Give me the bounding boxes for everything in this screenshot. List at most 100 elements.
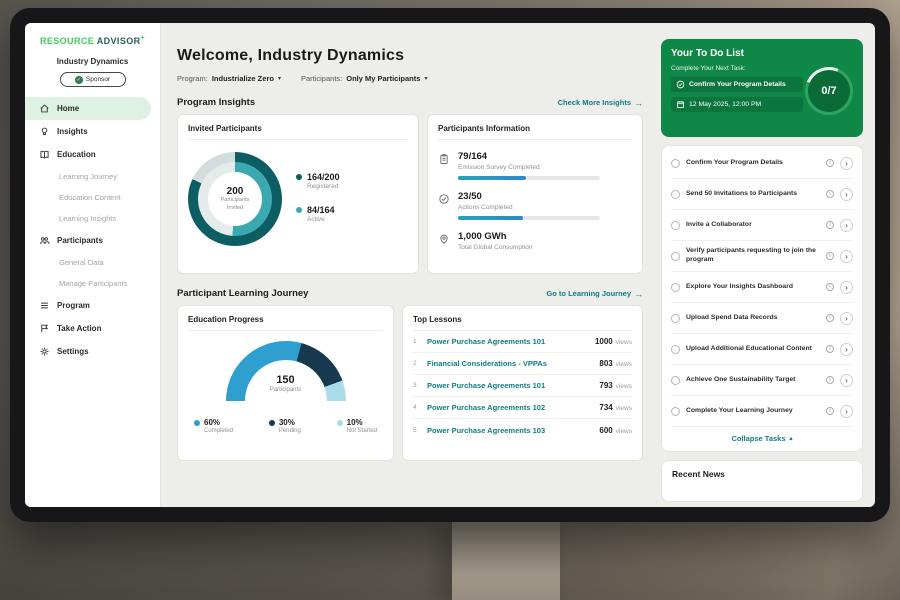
legend-dot xyxy=(269,420,275,426)
info-icon[interactable]: i xyxy=(826,345,834,353)
chevron-right-icon[interactable]: › xyxy=(840,343,853,356)
info-icon[interactable]: i xyxy=(826,159,834,167)
chevron-right-icon[interactable]: › xyxy=(840,374,853,387)
lesson-views-label: views xyxy=(616,339,632,346)
task-checkbox[interactable] xyxy=(671,283,680,292)
task-row-achieve-sustainability-target[interactable]: Achieve One Sustainability Target i › xyxy=(671,365,853,396)
lesson-views-value: 803 xyxy=(599,359,612,368)
task-label: Send 50 Invitations to Participants xyxy=(686,190,820,199)
legend-item-pending: 30% Pending xyxy=(269,418,301,434)
task-row-verify-participants[interactable]: Verify participants requesting to join t… xyxy=(671,241,853,272)
sidebar-item-learning-insights[interactable]: Learning Insights xyxy=(25,208,160,229)
sidebar-item-participants[interactable]: Participants xyxy=(25,229,160,252)
chevron-right-icon[interactable]: › xyxy=(840,312,853,325)
sidebar-item-learning-journey[interactable]: Learning Journey xyxy=(25,166,160,187)
lesson-views-value: 793 xyxy=(599,381,612,390)
lesson-views-value: 734 xyxy=(599,403,612,412)
sidebar-item-program[interactable]: Program xyxy=(25,294,160,317)
invited-donut-chart: 200 Participants Invited xyxy=(188,152,282,246)
info-icon[interactable]: i xyxy=(826,283,834,291)
task-row-send-invitations[interactable]: Send 50 Invitations to Participants i › xyxy=(671,179,853,210)
sponsor-badge[interactable]: ✓ Sponsor xyxy=(60,72,126,87)
logo-plus: + xyxy=(141,35,146,42)
page-title: Welcome, Industry Dynamics xyxy=(177,47,643,65)
lesson-rank: 4 xyxy=(413,404,420,411)
sidebar-item-education-content[interactable]: Education Content xyxy=(25,187,160,208)
task-checkbox[interactable] xyxy=(671,407,680,416)
lesson-title-link[interactable]: Power Purchase Agreements 103 xyxy=(427,426,592,435)
sidebar-item-education[interactable]: Education xyxy=(25,143,160,166)
chevron-right-icon[interactable]: › xyxy=(840,250,853,263)
sidebar-item-label: Education xyxy=(57,150,96,159)
task-checkbox[interactable] xyxy=(671,314,680,323)
sidebar-item-label: Take Action xyxy=(57,324,101,333)
participants-filter-label: Participants: xyxy=(301,74,342,83)
todo-next-task[interactable]: Confirm Your Program Details xyxy=(671,77,803,92)
todo-progress-value: 0/7 xyxy=(821,85,836,97)
sidebar-item-take-action[interactable]: Take Action xyxy=(25,317,160,340)
task-checkbox[interactable] xyxy=(671,252,680,261)
task-checkbox[interactable] xyxy=(671,376,680,385)
task-checkbox[interactable] xyxy=(671,221,680,230)
lesson-rank: 5 xyxy=(413,427,420,434)
legend-label: Completed xyxy=(204,428,233,434)
participants-filter-dropdown[interactable]: Participants: Only My Participants ▾ xyxy=(301,74,427,83)
task-checkbox[interactable] xyxy=(671,159,680,168)
sidebar-item-settings[interactable]: Settings xyxy=(25,340,160,363)
bulb-icon xyxy=(39,126,50,137)
info-icon[interactable]: i xyxy=(826,407,834,415)
logo-resource: RESOURCE xyxy=(40,36,94,46)
sidebar-item-insights[interactable]: Insights xyxy=(25,120,160,143)
info-icon[interactable]: i xyxy=(826,376,834,384)
chevron-right-icon[interactable]: › xyxy=(840,405,853,418)
info-icon[interactable]: i xyxy=(826,221,834,229)
lesson-title-link[interactable]: Financial Considerations - VPPAs xyxy=(427,359,592,368)
book-icon xyxy=(39,149,50,160)
info-value: 23/50 xyxy=(458,191,600,202)
donut-center-value: 200 xyxy=(227,186,244,197)
chevron-right-icon[interactable]: › xyxy=(840,188,853,201)
chevron-right-icon[interactable]: › xyxy=(840,219,853,232)
task-checkbox[interactable] xyxy=(671,190,680,199)
chevron-right-icon[interactable]: › xyxy=(840,281,853,294)
chevron-right-icon[interactable]: › xyxy=(840,157,853,170)
chevron-up-icon: ▴ xyxy=(790,435,793,442)
progress-fill xyxy=(458,216,523,220)
task-row-upload-spend-data[interactable]: Upload Spend Data Records i › xyxy=(671,303,853,334)
sidebar-item-manage-participants[interactable]: Manage Participants xyxy=(25,273,160,294)
sidebar-item-general-data[interactable]: General Data xyxy=(25,252,160,273)
task-row-confirm-program[interactable]: Confirm Your Program Details i › xyxy=(671,148,853,179)
task-row-invite-collaborator[interactable]: Invite a Collaborator i › xyxy=(671,210,853,241)
main-content: Welcome, Industry Dynamics Program: Indu… xyxy=(161,23,653,507)
collapse-tasks-button[interactable]: Collapse Tasks ▴ xyxy=(671,427,853,449)
legend-label: Not Started xyxy=(347,428,377,434)
org-name: Industry Dynamics xyxy=(25,57,160,66)
lesson-views-label: views xyxy=(616,405,632,412)
gauge-center-label: Participants xyxy=(245,387,327,393)
task-label: Complete Your Learning Journey xyxy=(686,407,820,416)
go-to-learning-journey-link[interactable]: Go to Learning Journey → xyxy=(546,289,643,299)
info-icon[interactable]: i xyxy=(826,314,834,322)
task-row-complete-learning-journey[interactable]: Complete Your Learning Journey i › xyxy=(671,396,853,427)
program-filter-dropdown[interactable]: Program: Industrialize Zero ▾ xyxy=(177,74,281,83)
todo-next-due-label: 12 May 2025, 12:00 PM xyxy=(689,101,761,108)
info-icon[interactable]: i xyxy=(826,252,834,260)
flag-icon xyxy=(39,323,50,334)
task-row-upload-educational-content[interactable]: Upload Additional Educational Content i … xyxy=(671,334,853,365)
info-icon[interactable]: i xyxy=(826,190,834,198)
monitor-stand xyxy=(452,520,560,600)
participants-filter-value: Only My Participants xyxy=(346,74,420,83)
section-title: Program Insights xyxy=(177,97,255,108)
lesson-views-label: views xyxy=(616,383,632,390)
check-more-insights-link[interactable]: Check More Insights → xyxy=(558,98,643,108)
home-icon xyxy=(39,103,50,114)
lesson-title-link[interactable]: Power Purchase Agreements 101 xyxy=(427,381,592,390)
clipboard-icon xyxy=(438,153,450,165)
lesson-title-link[interactable]: Power Purchase Agreements 102 xyxy=(427,403,592,412)
lesson-title-link[interactable]: Power Purchase Agreements 101 xyxy=(427,337,588,346)
task-row-explore-insights[interactable]: Explore Your Insights Dashboard i › xyxy=(671,272,853,303)
sidebar-item-label: General Data xyxy=(59,258,104,267)
lesson-views-value: 600 xyxy=(599,426,612,435)
task-checkbox[interactable] xyxy=(671,345,680,354)
sidebar-item-home[interactable]: Home xyxy=(25,97,151,120)
